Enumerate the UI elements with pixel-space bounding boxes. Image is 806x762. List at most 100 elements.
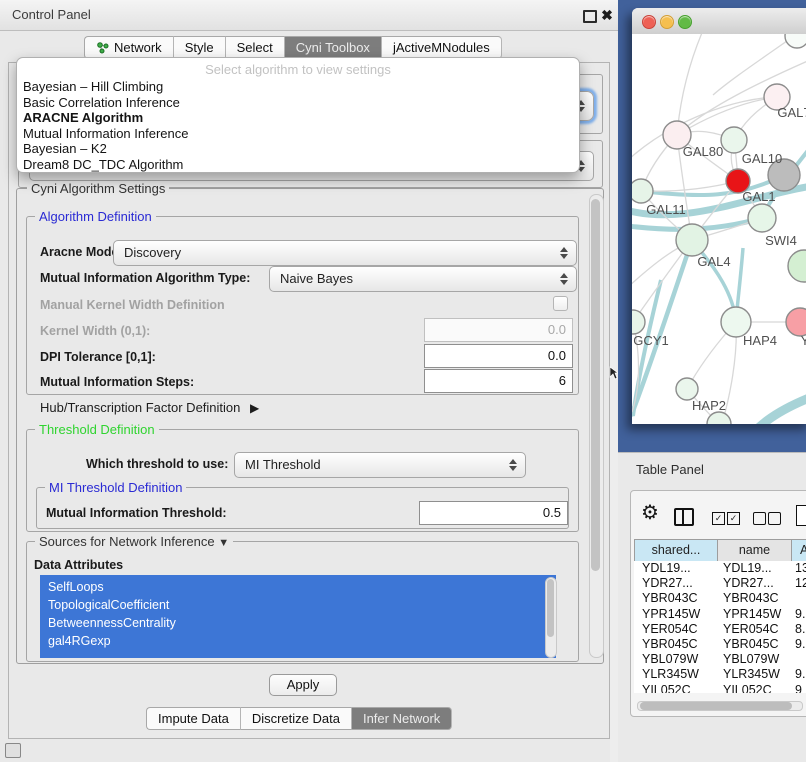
network-node-gal4[interactable] [676, 224, 708, 256]
deselect-all-icon[interactable] [753, 512, 766, 525]
table-row[interactable]: YIL052CYIL052C9 [634, 683, 806, 694]
network-canvas[interactable]: GAL7GAL80GAL10GAL1GAL11SWI4GAL4GCY1HAP4Y… [632, 34, 806, 424]
data-attributes-list[interactable]: SelfLoopsTopologicalCoefficientBetweenne… [40, 575, 556, 658]
table-cell: 9 [791, 683, 806, 694]
kernel-width-field[interactable]: 0.0 [424, 318, 573, 342]
table-cell: 9. [791, 667, 806, 682]
column-layout-icon[interactable] [674, 508, 694, 526]
float-window-icon[interactable] [583, 10, 597, 23]
table-row[interactable]: YBL079WYBL079W [634, 652, 806, 667]
table-cell: YLR345W [717, 667, 791, 682]
top-tab-bar: Network Style SelectCyni Toolbox jActiveMNo… [84, 36, 502, 59]
network-node-hap2[interactable] [676, 378, 698, 400]
mi-type-combobox[interactable]: Naive Bayes [269, 266, 577, 292]
network-node[interactable] [785, 34, 806, 48]
group-title: MI Threshold Definition [45, 480, 186, 495]
network-node-y[interactable] [786, 308, 806, 336]
network-node-gcy1[interactable] [632, 310, 645, 334]
table-row[interactable]: YDL19...YDL19...13 [634, 561, 806, 576]
expand-arrow-icon: ▶ [250, 401, 259, 415]
minimize-traffic-light-icon[interactable] [660, 15, 674, 29]
dock-panel-icon[interactable] [5, 743, 21, 758]
table-panel-title: Table Panel [636, 460, 704, 480]
tab-network[interactable]: Network [84, 36, 174, 59]
select-all-icon[interactable]: ✓ [712, 512, 725, 525]
which-threshold-combobox[interactable]: MI Threshold [234, 452, 526, 478]
control-panel-titlebar: Control Panel ✖ [0, 0, 618, 31]
attribute-betweennesscentrality[interactable]: BetweennessCentrality [40, 614, 556, 632]
close-icon[interactable]: ✖ [599, 6, 615, 24]
close-traffic-light-icon[interactable] [642, 15, 656, 29]
tab-infer-network[interactable]: Infer Network [352, 707, 452, 730]
combo-arrows-icon [560, 273, 568, 285]
network-node-gal10[interactable] [721, 127, 747, 153]
algorithm-option-basic-correlation-inference[interactable]: Basic Correlation Inference [17, 95, 579, 111]
network-node-label: GAL11 [646, 202, 686, 217]
table-row[interactable]: YPR145WYPR145W9. [634, 607, 806, 622]
network-node[interactable] [788, 250, 806, 282]
tab-style[interactable]: Style [174, 36, 226, 59]
tab-discretize-data[interactable]: Discretize Data [241, 707, 352, 730]
tab-jactivemnodules-label: jActiveMNodules [393, 40, 490, 55]
algorithm-option-mutual-information-inference[interactable]: Mutual Information Inference [17, 126, 579, 142]
table-hscrollbar-thumb[interactable] [640, 702, 792, 710]
page-icon[interactable] [796, 505, 806, 526]
algorithm-option-bayesian-hill-climbing[interactable]: Bayesian – Hill Climbing [17, 79, 579, 95]
table-row[interactable]: YER054CYER054C8. [634, 622, 806, 637]
table-cell: YBR045C [634, 637, 717, 652]
control-panel: Control Panel ✖ NetworkStyleSelectCyni T… [0, 0, 610, 762]
table-cell: 9. [791, 607, 806, 622]
mi-threshold-field[interactable]: 0.5 [419, 501, 568, 525]
column-header-name[interactable]: name [718, 540, 792, 561]
network-node-swi4[interactable] [748, 204, 776, 232]
network-node-label: Y [801, 333, 806, 348]
table-row[interactable]: YBR045CYBR045C9. [634, 637, 806, 652]
settings-scrollbar-thumb[interactable] [591, 199, 600, 571]
algorithm-dropdown-popup: Select algorithm to view settings Bayesi… [16, 57, 580, 173]
tab-select[interactable]: Select [226, 36, 285, 59]
table-cell: 8. [791, 622, 806, 637]
tab-impute-data[interactable]: Impute Data [146, 707, 241, 730]
table-row[interactable]: YDR27...YDR27...12 [634, 576, 806, 591]
table-row[interactable]: YLR345WYLR345W9. [634, 667, 806, 682]
network-window-titlebar[interactable] [632, 8, 806, 35]
table-cell: YDL19... [717, 561, 791, 576]
tab-cyni-toolbox[interactable]: Cyni Toolbox [285, 36, 382, 59]
table-cell: YDR27... [717, 576, 791, 591]
tab-impute-data-label: Impute Data [158, 711, 229, 726]
hub-section-toggle[interactable]: Hub/Transcription Factor Definition ▶ [40, 400, 259, 415]
tab-style-label: Style [185, 40, 214, 55]
table-hscrollbar[interactable] [637, 701, 803, 711]
tab-infer-network-label: Infer Network [363, 711, 440, 726]
zoom-traffic-light-icon[interactable] [678, 15, 692, 29]
algorithm-option-dream8-dc-tdc-algorithm[interactable]: Dream8 DC_TDC Algorithm [17, 157, 579, 173]
algorithm-option-bayesian-k2[interactable]: Bayesian – K2 [17, 141, 579, 157]
dpi-tolerance-field[interactable]: 0.0 [424, 344, 573, 368]
settings-scrollbar[interactable] [589, 194, 604, 658]
tab-discretize-data-label: Discretize Data [252, 711, 340, 726]
deselect-all-icon[interactable] [768, 512, 781, 525]
network-node-gal11[interactable] [632, 179, 653, 203]
algorithm-option-aracne-algorithm[interactable]: ARACNE Algorithm [17, 110, 579, 126]
table-header-row: shared...nameA [634, 539, 806, 562]
column-header-a[interactable]: A [792, 540, 806, 561]
network-view-window: GAL7GAL80GAL10GAL1GAL11SWI4GAL4GCY1HAP4Y… [632, 8, 806, 424]
attribute-selfloops[interactable]: SelfLoops [40, 578, 556, 596]
column-header-shared[interactable]: shared... [635, 540, 718, 561]
attributes-scrollbar-thumb[interactable] [547, 579, 554, 637]
mi-threshold-label: Mutual Information Threshold: [46, 506, 227, 520]
table-row[interactable]: YBR043CYBR043C [634, 591, 806, 606]
apply-button[interactable]: Apply [269, 674, 337, 696]
network-node[interactable] [707, 412, 731, 424]
mi-steps-field[interactable]: 6 [424, 369, 573, 393]
tab-jactivemnodules[interactable]: jActiveMNodules [382, 36, 502, 59]
aracne-mode-combobox[interactable]: Discovery [113, 240, 577, 266]
gear-icon[interactable]: ⚙ [641, 503, 659, 523]
manual-kernel-checkbox[interactable] [553, 296, 568, 311]
attributes-scrollbar[interactable] [545, 577, 557, 658]
attribute-gal4rgexp[interactable]: gal4RGexp [40, 632, 556, 650]
select-all-icon[interactable]: ✓ [727, 512, 740, 525]
attribute-topologicalcoefficient[interactable]: TopologicalCoefficient [40, 596, 556, 614]
network-node-label: GCY1 [633, 333, 668, 348]
collapse-arrow-icon[interactable]: ▼ [218, 537, 229, 549]
